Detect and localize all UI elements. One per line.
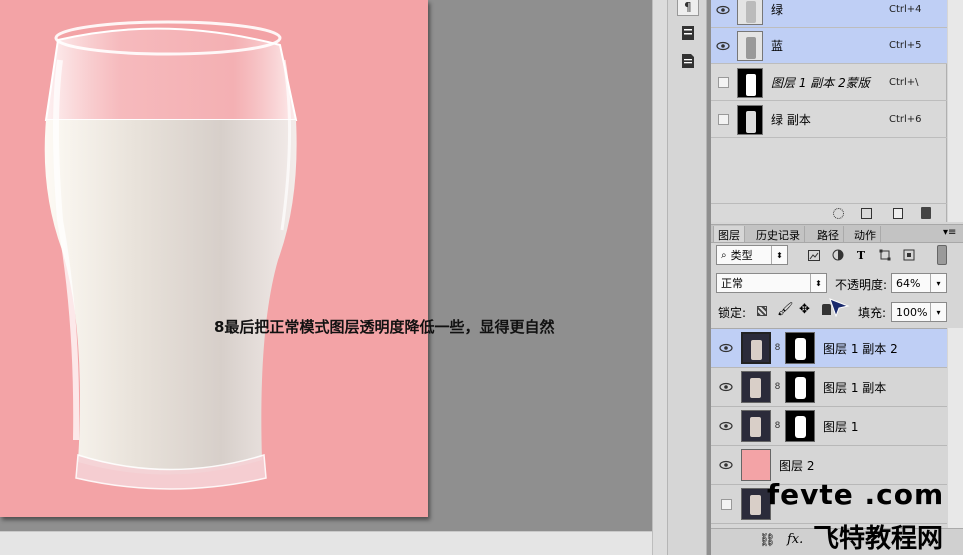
layer-name: 图层 1 副本 [823,380,887,395]
watermark-site: fevte .com [767,478,945,511]
visibility-eye-icon[interactable] [711,382,741,392]
horizontal-scrollbar[interactable] [0,531,652,555]
mask-link-icon[interactable]: 8 [773,382,782,392]
watermark-site-cn: 飞特教程网 [813,524,944,554]
channel-thumbnail [737,104,763,135]
visibility-checkbox[interactable] [711,114,735,125]
new-channel-icon[interactable] [893,208,903,219]
link-icon[interactable]: ⛓ [759,533,776,548]
visibility-eye-icon[interactable] [711,343,741,353]
opacity-label: 不透明度: [835,278,888,292]
channel-name: 图层 1 副本 2蒙版 [771,76,870,90]
blend-mode-dropdown[interactable]: 正常 ⬍ [716,273,827,293]
pixel-filter-icon[interactable] [807,248,821,262]
save-selection-icon[interactable] [861,208,872,219]
layer-thumbnail [741,332,771,364]
layer-row[interactable]: 8 图层 1 [711,407,947,446]
channel-shortcut: Ctrl+6 [889,114,922,125]
tab-paths[interactable]: 路径 [813,226,844,242]
svg-text:¶: ¶ [684,0,692,12]
fill-label: 填充: [858,306,887,320]
mask-link-icon[interactable]: 8 [773,421,782,431]
layers-scrollbar[interactable] [948,328,963,528]
channel-shortcut: Ctrl+4 [889,4,922,15]
channels-panel: 绿 Ctrl+4 蓝 Ctrl+5 图层 1 副本 2蒙版 Ctrl+\ 绿 副… [711,0,947,222]
visibility-eye-icon[interactable] [711,460,741,470]
search-icon: ⌕ [721,249,727,261]
channel-row-green[interactable]: 绿 Ctrl+4 [711,0,947,28]
layer-row[interactable]: 8 图层 1 副本 [711,368,947,407]
layer-thumbnail [741,449,771,481]
tab-actions[interactable]: 动作 [850,226,881,242]
layer-thumbnail [741,410,771,442]
layer-mask-thumbnail [785,410,815,442]
fx-icon[interactable]: fx. [787,532,803,547]
adjustment-filter-icon[interactable] [831,248,845,262]
layer-mask-thumbnail [785,371,815,403]
layer-mask-thumbnail [785,332,815,364]
channel-shortcut: Ctrl+5 [889,40,922,51]
filter-toggle-switch[interactable] [937,245,947,265]
chevron-down-icon: ▾ [930,274,946,292]
layer-name: 图层 1 [823,419,859,434]
tutorial-step-caption: 8最后把正常模式图层透明度降低一些，显得更自然 [214,318,555,336]
tab-history[interactable]: 历史记录 [752,226,805,242]
lock-position-move-icon[interactable]: ✥ [799,302,810,317]
type-filter-icon[interactable]: T [854,248,868,262]
shape-filter-icon[interactable] [878,248,892,262]
layer-name: 图层 1 副本 2 [823,341,898,356]
fill-value: 100% [896,305,928,319]
channel-name: 绿 [771,3,784,17]
lock-label: 锁定: [718,306,747,320]
chevron-down-icon: ▾ [930,303,946,321]
layer-row[interactable]: 8 图层 1 副本 2 [711,329,947,368]
visibility-checkbox[interactable] [711,77,735,88]
fill-field[interactable]: 100% ▾ [891,302,947,322]
trash-icon[interactable] [921,207,931,219]
chevron-updown-icon: ⬍ [771,246,787,264]
channel-thumbnail [737,30,763,61]
channel-thumbnail [737,67,763,98]
layer-name: 图层 2 [779,458,815,473]
visibility-eye-icon[interactable] [711,421,741,431]
channel-name: 蓝 [771,39,784,53]
layer-thumbnail [741,371,771,403]
panel-scrollbar[interactable] [948,0,963,222]
opacity-field[interactable]: 64% ▾ [891,273,947,293]
character-panel-icon[interactable] [677,23,699,43]
visibility-eye-icon[interactable] [711,5,735,15]
channel-shortcut: Ctrl+\ [889,77,919,88]
channel-row-green-copy[interactable]: 绿 副本 Ctrl+6 [711,102,947,138]
mouse-cursor-icon [829,298,850,317]
lock-transparent-icon[interactable] [757,306,767,316]
document-canvas[interactable] [0,0,428,517]
channel-name: 绿 副本 [771,113,811,127]
collapsed-panel-dock: ¶ [667,0,707,555]
blend-mode-value: 正常 [721,277,743,290]
opacity-value: 64% [896,276,921,290]
load-selection-icon[interactable] [833,208,844,219]
channels-footer [711,203,947,222]
paragraph-icon[interactable]: ¶ [677,0,699,16]
channel-row-blue[interactable]: 蓝 Ctrl+5 [711,28,947,64]
visibility-checkbox[interactable] [711,498,741,510]
tab-layers[interactable]: 图层 [713,226,745,242]
lock-image-brush-icon[interactable]: 🖌 [777,302,794,317]
chevron-updown-icon: ⬍ [810,274,826,292]
vertical-scrollbar[interactable] [652,0,667,555]
channel-thumbnail [737,0,763,25]
notes-panel-icon[interactable] [677,51,699,71]
visibility-eye-icon[interactable] [711,41,735,51]
layer-filter-dropdown[interactable]: ⌕ 类型 ⬍ [716,245,788,265]
filter-type-value: 类型 [730,249,753,262]
channel-row-mask[interactable]: 图层 1 副本 2蒙版 Ctrl+\ [711,65,947,101]
right-panel-area: 绿 Ctrl+4 蓝 Ctrl+5 图层 1 副本 2蒙版 Ctrl+\ 绿 副… [711,0,963,555]
mask-link-icon[interactable]: 8 [773,343,782,353]
panel-menu-icon[interactable]: ▾≡ [943,227,956,238]
milk-glass-image [44,20,298,490]
smart-object-filter-icon[interactable] [902,248,916,262]
workspace[interactable]: 8最后把正常模式图层透明度降低一些，显得更自然 [0,0,655,555]
